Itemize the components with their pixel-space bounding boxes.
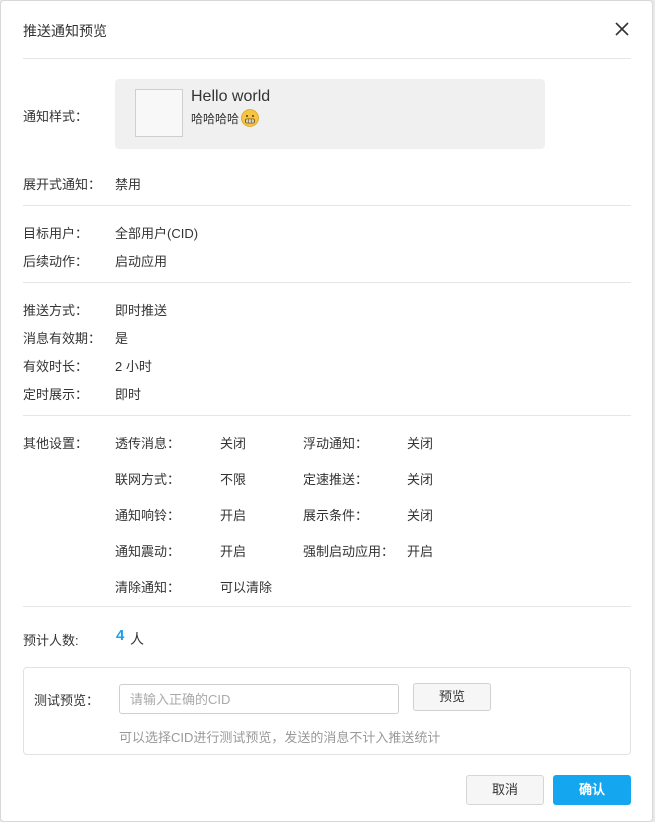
cancel-button[interactable]: 取消 <box>466 775 544 805</box>
test-preview-panel: 测试预览： 预览 可以选择CID进行测试预览，发送的消息不计入推送统计 <box>23 667 631 755</box>
schedule-value: 即时 <box>115 387 142 402</box>
notification-preview: Hello world 哈哈哈哈 <box>115 79 545 149</box>
schedule-label: 定时展示： <box>23 387 89 402</box>
setting-label: 联网方式： <box>115 472 181 487</box>
cid-input[interactable] <box>119 684 399 714</box>
divider <box>23 205 631 206</box>
app-icon-placeholder <box>135 89 183 137</box>
setting-value: 关闭 <box>220 436 247 451</box>
target-user-label: 目标用户： <box>23 226 89 241</box>
divider <box>23 58 631 59</box>
notification-body: 哈哈哈哈 <box>191 109 259 127</box>
follow-action-value: 启动应用 <box>115 254 168 269</box>
duration-label: 有效时长： <box>23 359 89 374</box>
push-preview-dialog: 推送通知预览 通知样式： Hello world 哈哈哈哈 展开式通知： 禁用 … <box>0 0 653 822</box>
setting-value: 关闭 <box>407 472 434 487</box>
setting-value: 可以清除 <box>220 580 273 595</box>
setting-label: 清除通知： <box>115 580 181 595</box>
push-method-label: 推送方式： <box>23 303 89 318</box>
setting-value: 不限 <box>220 472 247 487</box>
close-icon[interactable] <box>610 17 634 41</box>
estimate-unit: 人 <box>130 631 144 647</box>
setting-value: 开启 <box>220 544 247 559</box>
other-settings-label: 其他设置： <box>23 436 89 451</box>
setting-value: 开启 <box>407 544 434 559</box>
setting-label: 浮动通知： <box>303 436 369 451</box>
target-user-value: 全部用户(CID) <box>115 226 199 241</box>
validity-value: 是 <box>115 331 129 346</box>
grimace-emoji-icon <box>241 109 259 127</box>
notification-style-label: 通知样式： <box>23 109 89 124</box>
setting-label: 透传消息： <box>115 436 181 451</box>
setting-value: 关闭 <box>407 508 434 523</box>
follow-action-label: 后续动作： <box>23 254 89 269</box>
test-preview-label: 测试预览： <box>34 693 100 708</box>
setting-value: 开启 <box>220 508 247 523</box>
setting-label: 强制启动应用： <box>303 544 395 559</box>
dialog-header: 推送通知预览 <box>1 1 652 59</box>
confirm-button[interactable]: 确认 <box>553 775 631 805</box>
validity-label: 消息有效期： <box>23 331 102 346</box>
estimate-label: 预计人数: <box>23 633 79 648</box>
notification-body-text: 哈哈哈哈 <box>191 111 240 126</box>
setting-label: 展示条件： <box>303 508 369 523</box>
test-preview-hint: 可以选择CID进行测试预览，发送的消息不计入推送统计 <box>119 730 441 745</box>
dialog-title: 推送通知预览 <box>23 23 107 39</box>
divider <box>23 415 631 416</box>
estimate-count: 4 <box>116 627 125 644</box>
setting-label: 通知响铃： <box>115 508 181 523</box>
notification-title: Hello world <box>191 88 271 105</box>
push-method-value: 即时推送 <box>115 303 168 318</box>
setting-value: 关闭 <box>407 436 434 451</box>
setting-label: 定速推送： <box>303 472 369 487</box>
setting-label: 通知震动： <box>115 544 181 559</box>
divider <box>23 282 631 283</box>
preview-button[interactable]: 预览 <box>413 683 491 711</box>
divider <box>23 606 631 607</box>
expand-label: 展开式通知： <box>23 177 102 192</box>
expand-value: 禁用 <box>115 177 142 192</box>
duration-value: 2 小时 <box>115 359 152 374</box>
